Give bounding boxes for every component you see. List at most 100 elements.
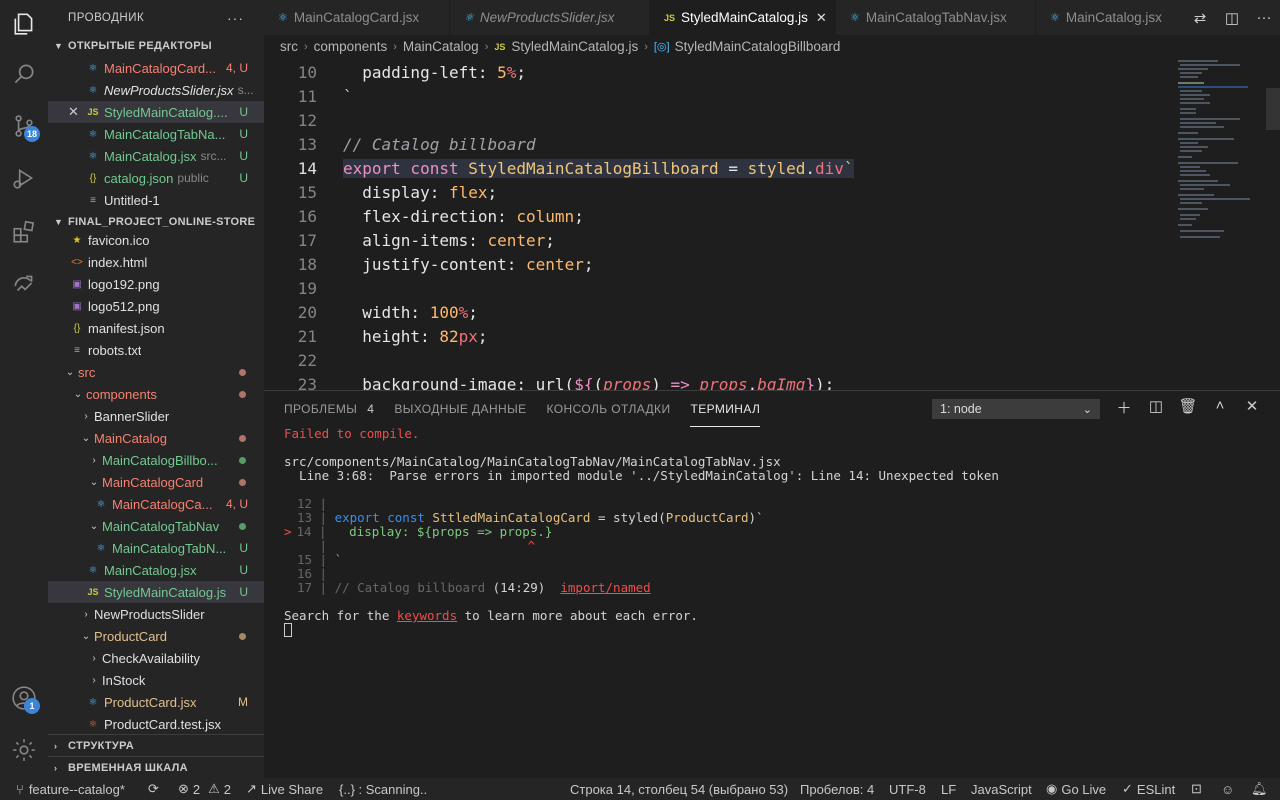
tab-styledmaincatalog[interactable]: JS StyledMainCatalog.js ✕ <box>650 0 836 35</box>
keywords-link[interactable]: keywords <box>397 608 457 623</box>
breadcrumb-item[interactable]: src <box>280 39 298 54</box>
tab-output[interactable]: ВЫХОДНЫЕ ДАННЫЕ <box>394 391 526 427</box>
react-file-icon: ⚛ <box>850 12 860 24</box>
tree-item[interactable]: ⚛ ProductCard.jsx M <box>48 691 264 713</box>
folder-status-dot <box>239 522 246 530</box>
tree-folder[interactable]: ⌄ MainCatalogCard <box>48 471 264 493</box>
code-line: 17 align-items: center; <box>297 230 555 250</box>
code-editor[interactable]: 10 padding-left: 5%; 11 ` 12 13 // Catal… <box>264 58 1280 390</box>
sync-icon[interactable]: ⟳ <box>148 781 159 797</box>
close-tab-icon[interactable]: ✕ <box>816 10 827 26</box>
folder-status-dot <box>239 456 246 464</box>
open-editor-item[interactable]: ≡ Untitled-1 <box>48 189 264 211</box>
more-actions-icon[interactable]: ··· <box>227 10 244 26</box>
feedback-icon[interactable]: ☺ <box>1221 782 1234 797</box>
close-icon[interactable]: ✕ <box>68 104 86 120</box>
tree-folder[interactable]: › MainCatalogBillbo... <box>48 449 264 471</box>
cursor-position[interactable]: Строка 14, столбец 54 (выбрано 53) <box>570 782 788 797</box>
split-editor-icon[interactable]: ◫ <box>1216 9 1248 27</box>
tree-folder[interactable]: › BannerSlider <box>48 405 264 427</box>
tree-item[interactable]: ≡ robots.txt <box>48 339 264 361</box>
extensions-icon[interactable] <box>0 208 48 256</box>
tab-terminal[interactable]: ТЕРМИНАЛ <box>690 391 761 427</box>
open-editor-item[interactable]: ⚛ MainCatalog.jsx src... U <box>48 145 264 167</box>
open-editor-item[interactable]: ⚛ MainCatalogTabNa... U <box>48 123 264 145</box>
tree-folder[interactable]: › CheckAvailability <box>48 647 264 669</box>
live-share-icon: ↗ <box>246 781 257 796</box>
tab-maincatalog[interactable]: ⚛ MainCatalog.jsx <box>1036 0 1196 35</box>
breadcrumb-item[interactable]: StyledMainCatalogBillboard <box>675 39 841 54</box>
chevron-down-icon: ⌄ <box>65 366 75 378</box>
more-actions-icon[interactable]: ··· <box>1248 9 1280 26</box>
breadcrumb-item[interactable]: MainCatalog <box>403 39 479 54</box>
tree-item[interactable]: ▣ logo512.png <box>48 295 264 317</box>
tree-item[interactable]: <> index.html <box>48 251 264 273</box>
tab-maincatalogtabnav[interactable]: ⚛ MainCatalogTabNav.jsx <box>836 0 1036 35</box>
check-icon: ✓ <box>1122 781 1133 796</box>
indentation-status[interactable]: Пробелов: 4 <box>800 782 874 797</box>
close-panel-icon[interactable]: ✕ <box>1236 397 1268 418</box>
open-editor-item[interactable]: {} catalog.json public U <box>48 167 264 189</box>
tree-folder[interactable]: ⌄ components <box>48 383 264 405</box>
open-editors-header[interactable]: ▼ ОТКРЫТЫЕ РЕДАКТОРЫ <box>48 35 264 57</box>
chevron-up-icon[interactable]: ˄ <box>1204 397 1236 418</box>
remote-explorer-icon[interactable] <box>0 260 48 308</box>
code-line: 11 ` <box>297 86 353 106</box>
outline-section-header[interactable]: › СТРУКТУРА <box>48 734 264 756</box>
tree-folder[interactable]: ⌄ ProductCard <box>48 625 264 647</box>
scrollbar-thumb[interactable] <box>1266 88 1280 130</box>
breadcrumb-item[interactable]: StyledMainCatalog.js <box>511 39 638 54</box>
tree-item[interactable]: ⚛ MainCatalogCa... 4, U <box>48 493 264 515</box>
tree-item[interactable]: ★ favicon.ico <box>48 229 264 251</box>
tree-item[interactable]: ⚛ MainCatalogTabN... U <box>48 537 264 559</box>
open-editor-item-active[interactable]: ✕ JS StyledMainCatalog.... U <box>48 101 264 123</box>
tree-item[interactable]: ⚛ MainCatalog.jsx U <box>48 559 264 581</box>
preview-icon[interactable]: ⊡ <box>1191 781 1202 797</box>
file-tree: ★ favicon.ico <> index.html ▣ logo192.pn… <box>48 229 264 735</box>
tree-folder[interactable]: ⌄ MainCatalog <box>48 427 264 449</box>
run-debug-icon[interactable] <box>0 154 48 202</box>
branch-status[interactable]: ⑂ feature--catalog* <box>16 782 125 797</box>
status-bar: ⑂ feature--catalog* ⟳ ⊗ 2 ⚠ 2 ↗ Live Sha… <box>0 778 1280 800</box>
tab-maincatalogcard[interactable]: ⚛ MainCatalogCard.jsx <box>264 0 450 35</box>
notifications-bell-icon[interactable]: 🔔︎ <box>1251 781 1268 797</box>
tab-newproductsslider[interactable]: ⚛ NewProductsSlider.jsx <box>450 0 650 35</box>
rule-link[interactable]: import/named <box>560 580 650 595</box>
breadcrumb-item[interactable]: components <box>314 39 388 54</box>
split-terminal-icon[interactable]: ◫ <box>1140 397 1172 418</box>
new-terminal-icon[interactable]: ＋ <box>1108 397 1140 418</box>
tab-problems[interactable]: ПРОБЛЕМЫ 4 <box>284 391 374 427</box>
tree-item[interactable]: ⚛ ProductCard.test.jsx <box>48 713 264 735</box>
tree-folder[interactable]: ⌄ MainCatalogTabNav <box>48 515 264 537</box>
problems-status[interactable]: ⊗ 2 ⚠ 2 <box>178 781 231 797</box>
source-control-icon[interactable]: 18 <box>0 102 48 150</box>
open-editor-item[interactable]: ⚛ MainCatalogCard... 4, U <box>48 57 264 79</box>
tree-folder[interactable]: › NewProductsSlider <box>48 603 264 625</box>
tab-debug-console[interactable]: КОНСОЛЬ ОТЛАДКИ <box>547 391 671 427</box>
tree-item-selected[interactable]: JS StyledMainCatalog.js U <box>48 581 264 603</box>
eslint-status[interactable]: ✓ ESLint <box>1122 781 1175 797</box>
star-file-icon: ★ <box>72 234 82 246</box>
tree-folder[interactable]: › InStock <box>48 669 264 691</box>
explorer-sidebar: ПРОВОДНИК ··· ▼ ОТКРЫТЫЕ РЕДАКТОРЫ ⚛ Mai… <box>48 0 264 778</box>
explorer-icon[interactable] <box>0 0 48 48</box>
tree-item[interactable]: ▣ logo192.png <box>48 273 264 295</box>
go-live-button[interactable]: ◉ Go Live <box>1046 781 1106 797</box>
minimap[interactable] <box>1170 58 1266 390</box>
settings-gear-icon[interactable] <box>0 726 48 774</box>
open-editor-item[interactable]: ⚛ NewProductsSlider.jsx s... <box>48 79 264 101</box>
timeline-section-header[interactable]: › ВРЕМЕННАЯ ШКАЛА <box>48 756 264 778</box>
search-icon[interactable] <box>0 50 48 98</box>
scanning-status[interactable]: {..} : Scanning.. <box>339 782 427 797</box>
live-share-button[interactable]: ↗ Live Share <box>246 781 323 797</box>
breadcrumb: src › components › MainCatalog › JS Styl… <box>264 35 1280 58</box>
terminal-select[interactable]: 1: node ⌄ <box>932 399 1100 419</box>
encoding-status[interactable]: UTF-8 <box>889 782 926 797</box>
account-icon[interactable]: 1 <box>0 674 48 722</box>
tree-folder[interactable]: ⌄ src <box>48 361 264 383</box>
open-changes-icon[interactable]: ⇄ <box>1184 9 1216 27</box>
eol-status[interactable]: LF <box>941 782 956 797</box>
trash-icon[interactable]: 🗑 <box>1172 397 1204 418</box>
language-mode[interactable]: JavaScript <box>971 782 1032 797</box>
tree-item[interactable]: {} manifest.json <box>48 317 264 339</box>
